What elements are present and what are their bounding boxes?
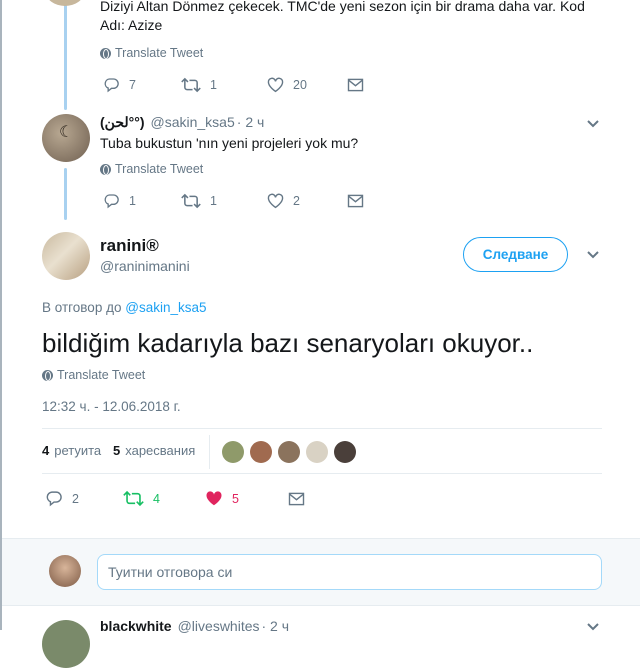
- direct-message-button[interactable]: [347, 194, 364, 208]
- tweet-header: blackwhite @liveswhites · 2 ч: [100, 618, 289, 634]
- envelope-icon: [288, 492, 305, 506]
- envelope-icon: [347, 78, 364, 92]
- translate-tweet-link[interactable]: Translate Tweet: [100, 162, 203, 176]
- handle[interactable]: @liveswhites: [178, 618, 260, 634]
- retweet-icon: [181, 77, 201, 93]
- retweet-button[interactable]: 1: [181, 77, 267, 93]
- avatar: [49, 555, 81, 587]
- retweet-icon: [181, 193, 201, 209]
- moon-icon: ☾: [59, 124, 74, 141]
- chevron-down-icon[interactable]: [586, 248, 602, 264]
- stats-divider: [209, 435, 210, 469]
- globe-icon: [100, 163, 111, 175]
- like-button[interactable]: 2: [267, 193, 347, 209]
- tweet-text: Diziyi Altan Dönmez çekecek. TMC'de yeni…: [100, 0, 585, 33]
- page-left-border: [0, 0, 2, 630]
- retweet-button[interactable]: 1: [181, 193, 267, 209]
- reply-button[interactable]: 7: [103, 77, 181, 93]
- avatar[interactable]: ☾: [42, 114, 90, 162]
- avatar[interactable]: [42, 620, 90, 668]
- display-name[interactable]: blackwhite: [100, 618, 172, 634]
- reply-input[interactable]: Туитни отговора си: [97, 554, 602, 590]
- liker-avatar[interactable]: [306, 441, 328, 463]
- like-button[interactable]: 5: [205, 490, 288, 507]
- thread-line: [64, 0, 67, 110]
- liker-avatar[interactable]: [278, 441, 300, 463]
- tweet-actions: 7 1 20: [103, 77, 364, 93]
- envelope-icon: [347, 194, 364, 208]
- reply-icon: [103, 77, 120, 93]
- tweet-actions: 1 1 2: [103, 193, 364, 209]
- reply-icon: [45, 490, 63, 507]
- globe-icon: [42, 369, 53, 381]
- display-name[interactable]: (لحن°°): [100, 114, 145, 131]
- direct-message-button[interactable]: [347, 78, 364, 92]
- retweet-icon: [123, 490, 144, 507]
- tweet-text: Tuba bukustun 'nın yeni projeleri yok mu…: [100, 135, 359, 151]
- translate-tweet-link[interactable]: Translate Tweet: [42, 368, 145, 382]
- translate-tweet-link[interactable]: Translate Tweet: [100, 46, 203, 60]
- tweet-timestamp[interactable]: 12:32 ч. - 12.06.2018 г.: [42, 399, 181, 414]
- follow-button[interactable]: Следване: [463, 237, 568, 272]
- like-button[interactable]: 20: [267, 77, 347, 93]
- thread-line: [64, 168, 67, 220]
- tweet-stats: 4 ретуита 5 харесвания: [42, 428, 602, 474]
- heart-filled-icon: [205, 490, 223, 507]
- retweet-button[interactable]: 4: [123, 490, 205, 507]
- reply-button[interactable]: 1: [103, 193, 181, 209]
- in-reply-to: В отговор до @sakin_ksa5: [42, 300, 207, 315]
- globe-icon: [100, 47, 111, 59]
- like-stat[interactable]: 5 харесвания: [113, 443, 195, 458]
- heart-icon: [267, 77, 284, 93]
- tweet-time[interactable]: · 2 ч: [237, 114, 265, 131]
- avatar[interactable]: [46, 0, 84, 6]
- reply-button[interactable]: 2: [45, 490, 123, 507]
- main-tweet-text: bildiğim kadarıyla bazı senaryoları okuy…: [42, 328, 534, 358]
- tweet-time[interactable]: · 2 ч: [262, 618, 290, 634]
- handle[interactable]: @sakin_ksa5: [151, 114, 235, 131]
- reply-composer: Туитни отговора си: [2, 538, 640, 606]
- retweet-stat[interactable]: 4 ретуита: [42, 443, 101, 458]
- chevron-down-icon[interactable]: [586, 620, 602, 636]
- heart-icon: [267, 193, 284, 209]
- direct-message-button[interactable]: [288, 492, 305, 506]
- in-reply-to-handle-link[interactable]: @sakin_ksa5: [125, 300, 206, 315]
- main-tweet-actions: 2 4 5: [45, 490, 305, 507]
- handle[interactable]: @raninimanini: [100, 258, 190, 274]
- liker-avatar[interactable]: [222, 441, 244, 463]
- reply-icon: [103, 193, 120, 209]
- liker-avatar[interactable]: [250, 441, 272, 463]
- liker-avatar[interactable]: [334, 441, 356, 463]
- display-name[interactable]: ranini®: [100, 236, 159, 256]
- avatar[interactable]: [42, 232, 90, 280]
- chevron-down-icon[interactable]: [586, 117, 602, 133]
- tweet-header: (لحن°°) @sakin_ksa5 · 2 ч: [100, 114, 264, 131]
